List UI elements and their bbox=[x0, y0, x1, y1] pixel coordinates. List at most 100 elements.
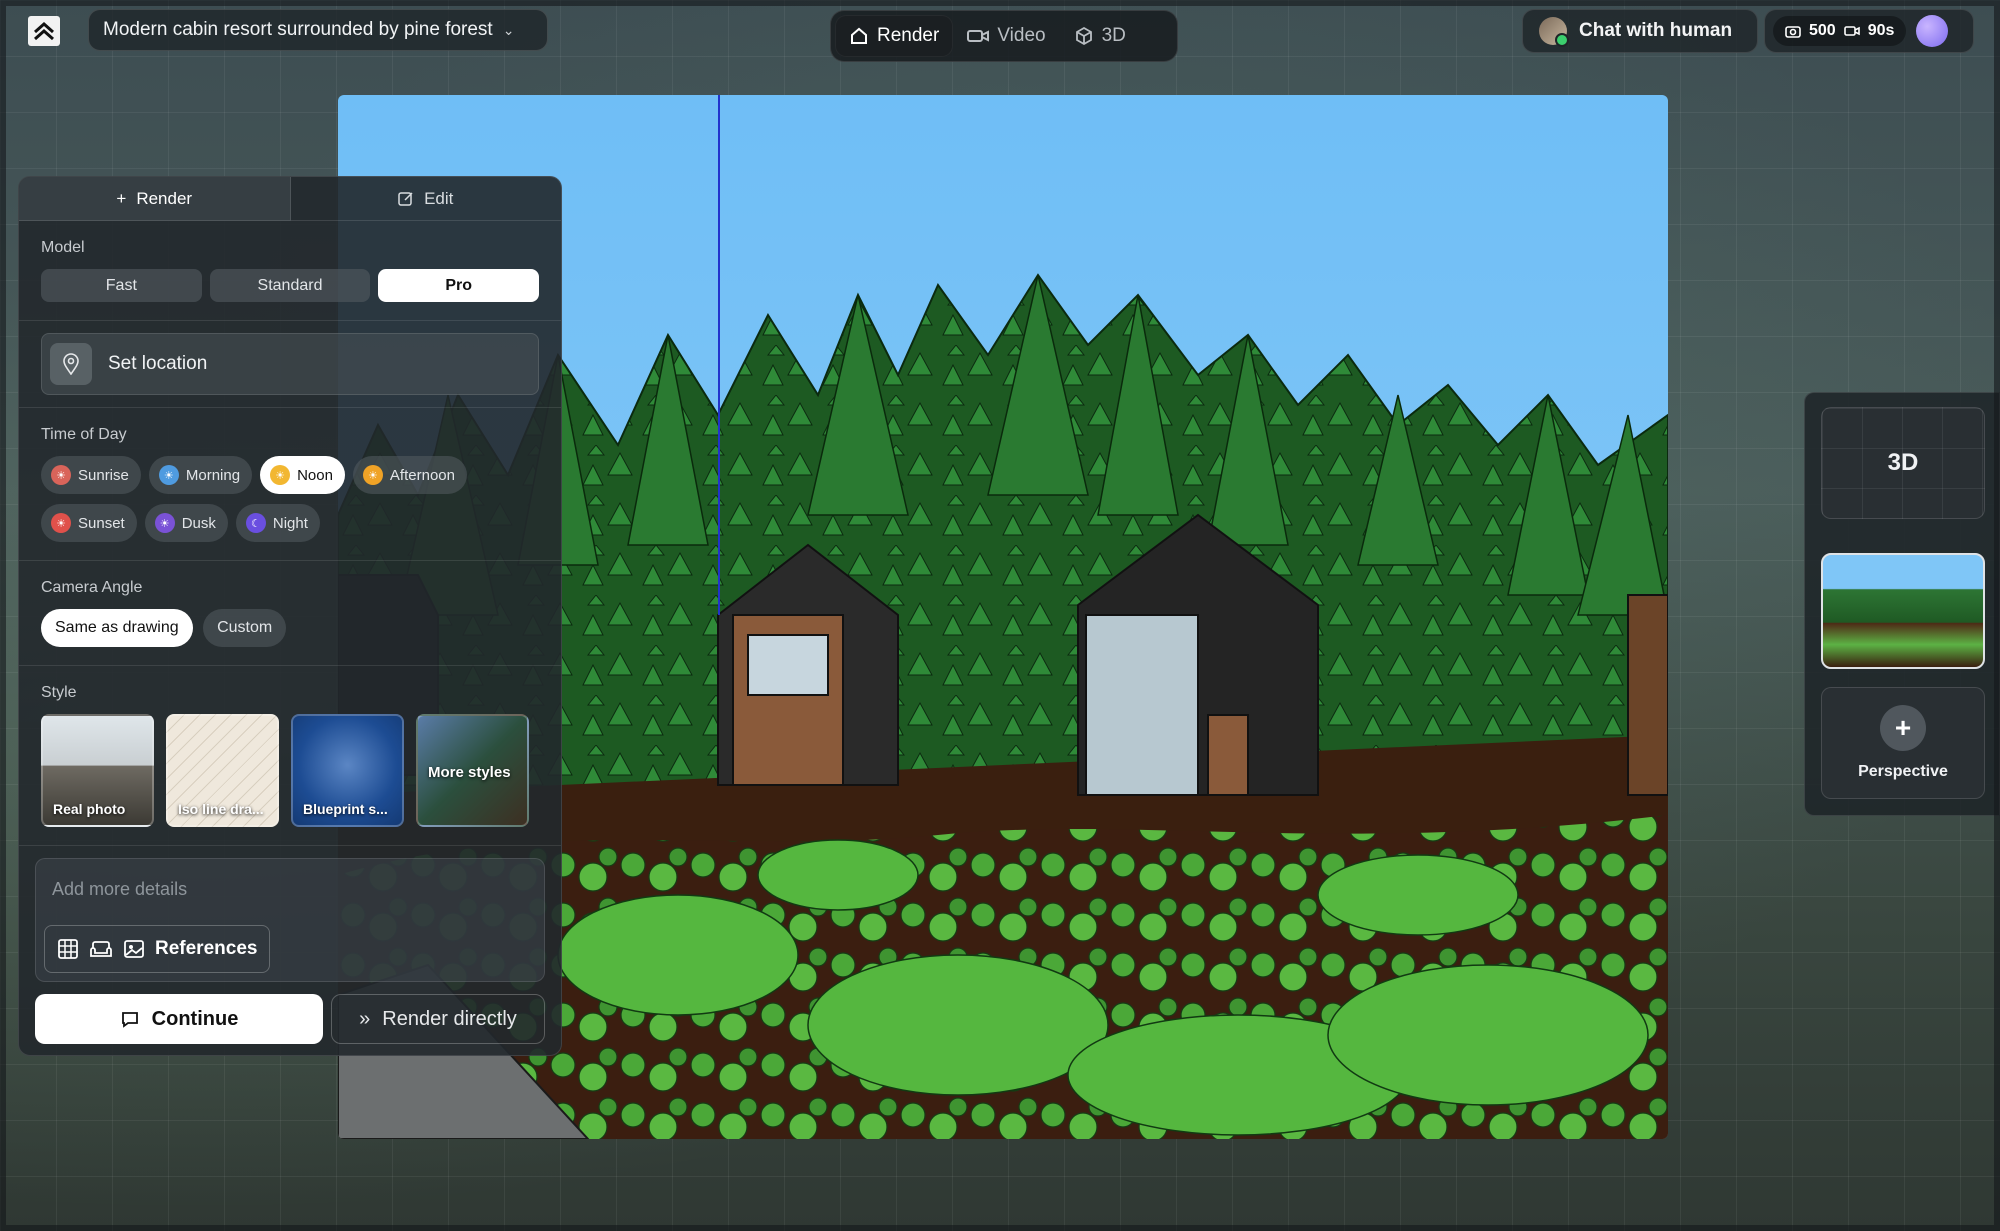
camera-angle-section: Camera Angle Same as drawing Custom bbox=[19, 561, 561, 666]
project-title: Modern cabin resort surrounded by pine f… bbox=[103, 19, 493, 40]
camera-custom[interactable]: Custom bbox=[203, 609, 287, 647]
chat-bubble-icon bbox=[121, 1012, 138, 1028]
3d-view-card[interactable]: 3D bbox=[1821, 407, 1985, 519]
view-thumbnail[interactable] bbox=[1821, 553, 1985, 669]
time-night-chip[interactable]: ☾ Night bbox=[235, 504, 320, 542]
style-real-photo-label: Real photo bbox=[53, 801, 126, 817]
time-sunrise-label: Sunrise bbox=[78, 466, 129, 484]
references-button[interactable]: References bbox=[44, 925, 271, 973]
video-credits: 90s bbox=[1867, 22, 1895, 39]
camera-angle-label: Camera Angle bbox=[41, 579, 143, 596]
dusk-icon: ☀ bbox=[154, 513, 175, 533]
time-of-day-label: Time of Day bbox=[41, 426, 127, 443]
edit-icon bbox=[398, 191, 413, 206]
camera-icon bbox=[1785, 26, 1801, 38]
perspective-label: Perspective bbox=[1858, 763, 1948, 780]
panel-tabs: + Render Edit bbox=[19, 177, 561, 221]
model-label: Model bbox=[41, 239, 85, 256]
home-icon bbox=[851, 27, 867, 44]
tab-edit-panel[interactable]: Edit bbox=[290, 177, 561, 221]
continue-button[interactable]: Continue bbox=[35, 994, 323, 1044]
logo-icon bbox=[34, 21, 54, 41]
camera-angle-options: Same as drawing Custom bbox=[41, 609, 539, 647]
style-iso-line[interactable]: Iso line dra... bbox=[166, 714, 279, 827]
panel-tab-render-label: Render bbox=[136, 188, 193, 208]
time-of-day-section: Time of Day ☀ Sunrise ☀ Morning ☀ Noon ☀ Aft… bbox=[19, 408, 561, 561]
time-noon-label: Noon bbox=[297, 466, 333, 484]
video-credit-icon bbox=[1843, 26, 1860, 36]
3d-view-label: 3D bbox=[1887, 449, 1919, 476]
mode-tabs: Render Video 3D bbox=[830, 10, 1178, 62]
time-sunset-chip[interactable]: ☀ Sunset bbox=[41, 504, 137, 542]
references-label: References bbox=[155, 938, 258, 959]
morning-icon: ☀ bbox=[158, 465, 179, 485]
sunrise-icon: ☀ bbox=[51, 465, 71, 485]
time-dusk-chip[interactable]: ☀ Dusk bbox=[144, 504, 228, 542]
support-avatar bbox=[1539, 17, 1569, 47]
panel-actions: Continue » Render directly bbox=[35, 994, 545, 1044]
project-title-dropdown[interactable]: Modern cabin resort surrounded by pine f… bbox=[88, 9, 548, 51]
double-chevron-right-icon: » bbox=[359, 1007, 371, 1030]
time-dusk-label: Dusk bbox=[181, 514, 216, 532]
views-panel: 3D + Perspective bbox=[1804, 392, 2000, 816]
tab-render[interactable]: Render bbox=[835, 15, 954, 57]
style-more-styles[interactable]: More styles bbox=[416, 714, 529, 827]
cube-icon bbox=[1075, 26, 1092, 46]
render-settings-panel: + Render Edit Model Fast Standard Pro Se… bbox=[18, 176, 562, 1056]
plus-icon: + bbox=[116, 188, 127, 208]
map-pin-icon bbox=[50, 343, 92, 385]
app-logo[interactable] bbox=[28, 16, 60, 46]
credits-indicator[interactable]: 500 90s bbox=[1764, 9, 1974, 53]
alignment-guide-line bbox=[718, 95, 720, 615]
panel-tab-edit-label: Edit bbox=[424, 188, 454, 208]
moon-icon: ☾ bbox=[245, 513, 266, 533]
tab-render-label: Render bbox=[877, 25, 940, 46]
image-credits: 500 bbox=[1809, 22, 1836, 39]
model-selector: Fast Standard Pro bbox=[41, 269, 540, 302]
user-avatar[interactable] bbox=[1916, 15, 1949, 47]
model-section: Model Fast Standard Pro bbox=[19, 221, 561, 321]
style-blueprint-label: Blueprint s... bbox=[303, 801, 388, 817]
floorplan-icon bbox=[58, 939, 78, 959]
model-standard-button[interactable]: Standard bbox=[209, 269, 371, 302]
time-morning-label: Morning bbox=[185, 466, 241, 484]
add-perspective-card[interactable]: + Perspective bbox=[1821, 687, 1985, 799]
continue-label: Continue bbox=[151, 1007, 239, 1030]
tab-render-panel[interactable]: + Render bbox=[19, 177, 291, 221]
time-sunset-label: Sunset bbox=[78, 514, 125, 532]
model-fast-button[interactable]: Fast bbox=[41, 269, 202, 302]
time-noon-chip[interactable]: ☀ Noon bbox=[260, 456, 345, 494]
render-directly-label: Render directly bbox=[382, 1007, 517, 1030]
camera-same-as-drawing[interactable]: Same as drawing bbox=[41, 609, 193, 647]
set-location-button[interactable]: Set location bbox=[41, 333, 539, 395]
style-real-photo[interactable]: Real photo bbox=[41, 714, 154, 827]
style-options: Real photo Iso line dra... Blueprint s..… bbox=[41, 714, 539, 827]
style-label: Style bbox=[41, 684, 77, 701]
style-iso-line-label: Iso line dra... bbox=[178, 801, 264, 817]
set-location-label: Set location bbox=[108, 353, 208, 374]
details-input[interactable]: Add more details References bbox=[35, 858, 545, 982]
style-more-styles-label: More styles bbox=[428, 764, 511, 781]
time-night-label: Night bbox=[272, 514, 308, 532]
afternoon-icon: ☀ bbox=[362, 465, 383, 485]
time-sunrise-chip[interactable]: ☀ Sunrise bbox=[41, 456, 141, 494]
sofa-icon bbox=[90, 941, 112, 957]
time-afternoon-chip[interactable]: ☀ Afternoon bbox=[352, 456, 467, 494]
chat-label: Chat with human bbox=[1579, 20, 1733, 41]
tab-video[interactable]: Video bbox=[953, 15, 1059, 57]
chevron-down-icon: ⌄ bbox=[502, 21, 515, 38]
model-pro-button[interactable]: Pro bbox=[378, 269, 540, 302]
time-afternoon-label: Afternoon bbox=[389, 466, 455, 484]
location-section: Set location bbox=[19, 321, 561, 408]
details-placeholder: Add more details bbox=[52, 879, 188, 899]
tab-3d[interactable]: 3D bbox=[1060, 15, 1140, 57]
time-of-day-options: ☀ Sunrise ☀ Morning ☀ Noon ☀ Afternoon ☀ Suns… bbox=[41, 456, 539, 542]
style-blueprint[interactable]: Blueprint s... bbox=[291, 714, 404, 827]
style-section: Style Real photo Iso line dra... Bluepri… bbox=[19, 666, 561, 846]
time-morning-chip[interactable]: ☀ Morning bbox=[148, 456, 253, 494]
image-reference-icon bbox=[124, 940, 144, 958]
plus-icon: + bbox=[1880, 705, 1926, 751]
render-directly-button[interactable]: » Render directly bbox=[331, 994, 545, 1044]
chat-with-human-button[interactable]: Chat with human bbox=[1522, 9, 1758, 53]
tab-video-label: Video bbox=[997, 25, 1046, 46]
